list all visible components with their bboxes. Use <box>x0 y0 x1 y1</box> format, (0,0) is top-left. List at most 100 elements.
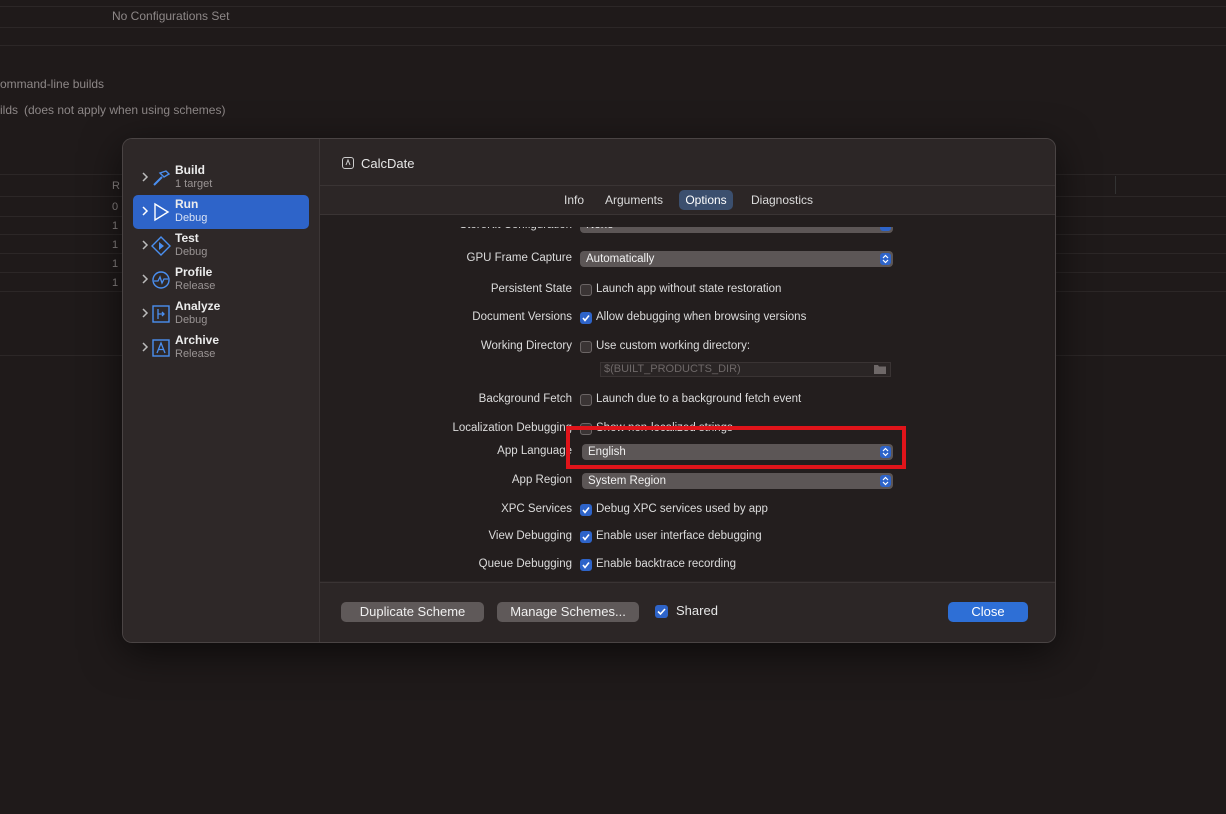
hammer-icon <box>153 170 171 186</box>
queue-debugging-checkbox[interactable] <box>580 559 592 571</box>
chevron-right-icon[interactable] <box>139 340 151 354</box>
sidebar-item-analyze[interactable]: Analyze Debug <box>133 297 309 331</box>
app-region-label: App Region <box>511 474 572 486</box>
sidebar-item-profile[interactable]: Profile Release <box>133 263 309 297</box>
bg-schemes-text: ilds <box>0 103 19 117</box>
checkmark-icon <box>582 315 590 322</box>
persistent-state-checkbox-label[interactable]: Launch app without state restoration <box>596 283 781 295</box>
bg-cmdline-text: ommand-line builds <box>0 77 105 91</box>
queue-debugging-label: Queue Debugging <box>478 558 572 570</box>
sidebar-item-build[interactable]: Build 1 target <box>133 161 309 195</box>
up-down-chevron-icon <box>880 475 891 487</box>
sheet-footer: Duplicate Scheme Manage Schemes... Share… <box>320 582 1055 642</box>
sidebar-item-sublabel: Release <box>175 348 216 360</box>
sidebar-item-sublabel: Debug <box>175 246 208 258</box>
tab-diagnostics[interactable]: Diagnostics <box>743 190 821 210</box>
working-directory-field[interactable]: $(BUILT_PRODUCTS_DIR) <box>600 362 891 377</box>
app-target-icon <box>342 157 354 169</box>
background-fetch-checkbox-label[interactable]: Launch due to a background fetch event <box>596 393 801 405</box>
app-region-popup[interactable]: System Region <box>582 473 893 489</box>
sidebar-item-label: Test <box>175 231 199 245</box>
sidebar-item-label: Archive <box>175 333 220 347</box>
xpc-services-checkbox[interactable] <box>580 504 592 516</box>
working-directory-checkbox-label[interactable]: Use custom working directory: <box>596 340 750 352</box>
tab-options[interactable]: Options <box>679 190 733 210</box>
chevron-right-icon[interactable] <box>139 238 151 252</box>
bg-column-header: R <box>112 180 120 192</box>
bg-divider <box>0 45 1226 46</box>
sidebar-item-run[interactable]: Run Debug <box>133 195 309 229</box>
sidebar-item-label: Build <box>175 163 205 177</box>
tab-bar: Info Arguments Options Diagnostics <box>320 186 1055 215</box>
scroll-clip <box>320 215 1055 227</box>
tab-arguments[interactable]: Arguments <box>600 190 668 210</box>
persistent-state-label: Persistent State <box>490 283 572 295</box>
scheme-title: CalcDate <box>361 156 415 171</box>
chevron-right-icon[interactable] <box>139 306 151 320</box>
document-versions-checkbox[interactable] <box>580 312 592 324</box>
localization-debugging-label: Localization Debugging <box>452 422 572 434</box>
working-directory-checkbox[interactable] <box>580 341 592 353</box>
sidebar-item-sublabel: Release <box>175 280 216 292</box>
folder-icon[interactable] <box>873 363 887 375</box>
sidebar-item-label: Run <box>175 197 199 211</box>
bg-schemes-note: (does not apply when using schemes) <box>24 103 226 117</box>
scheme-actions-sidebar: Build 1 target Run Debug Test Debug Prof… <box>123 139 320 642</box>
app-language-value: English <box>588 446 626 458</box>
chevron-right-icon[interactable] <box>139 204 151 218</box>
view-debugging-checkbox-label[interactable]: Enable user interface debugging <box>596 530 762 542</box>
bg-row-number: 1 <box>112 239 119 251</box>
document-versions-label: Document Versions <box>472 311 572 323</box>
localization-debugging-checkbox[interactable] <box>580 423 592 435</box>
bg-row-number: 1 <box>112 277 119 289</box>
bg-column-separator <box>1115 176 1116 194</box>
gpu-frame-capture-label: GPU Frame Capture <box>466 252 572 264</box>
sidebar-item-sublabel: Debug <box>175 314 208 326</box>
checkmark-icon <box>657 608 666 616</box>
scheme-header: CalcDate <box>320 139 1055 186</box>
bg-row-number: 1 <box>112 220 119 232</box>
shared-checkbox-label[interactable]: Shared <box>676 603 718 618</box>
sidebar-item-label: Profile <box>175 265 213 279</box>
app-language-label: App Language <box>497 445 572 457</box>
duplicate-scheme-button[interactable]: Duplicate Scheme <box>341 602 484 622</box>
play-icon <box>154 202 170 222</box>
options-content: StoreKit Configuration None GPU Frame Ca… <box>320 215 1055 581</box>
app-language-popup[interactable]: English <box>582 444 893 460</box>
background-fetch-checkbox[interactable] <box>580 394 592 406</box>
manage-schemes-button[interactable]: Manage Schemes... <box>497 602 639 622</box>
bg-row-number: 1 <box>112 258 119 270</box>
chevron-right-icon[interactable] <box>139 170 151 184</box>
sidebar-item-label: Analyze <box>175 299 221 313</box>
gpu-frame-capture-value: Automatically <box>586 253 655 265</box>
up-down-chevron-icon <box>880 446 891 458</box>
bg-divider <box>0 27 1226 28</box>
chevron-right-icon[interactable] <box>139 272 151 286</box>
close-button[interactable]: Close <box>948 602 1028 622</box>
sidebar-item-sublabel: Debug <box>175 212 208 224</box>
shared-checkbox[interactable] <box>655 605 668 618</box>
localization-debugging-checkbox-label[interactable]: Show non-localized strings <box>596 422 733 434</box>
xpc-services-label: XPC Services <box>501 503 572 515</box>
xpc-services-checkbox-label[interactable]: Debug XPC services used by app <box>596 503 768 515</box>
checkmark-icon <box>582 507 590 514</box>
bg-row-number: 0 <box>112 201 119 213</box>
view-debugging-label: View Debugging <box>488 530 572 542</box>
up-down-chevron-icon <box>880 253 891 265</box>
queue-debugging-checkbox-label[interactable]: Enable backtrace recording <box>596 558 736 570</box>
checkmark-icon <box>582 534 590 541</box>
background-fetch-label: Background Fetch <box>478 393 572 405</box>
sidebar-item-test[interactable]: Test Debug <box>133 229 309 263</box>
view-debugging-checkbox[interactable] <box>580 531 592 543</box>
checkmark-icon <box>582 562 590 569</box>
sidebar-item-archive[interactable]: Archive Release <box>133 331 309 365</box>
scheme-editor-sheet: Build 1 target Run Debug Test Debug Prof… <box>122 138 1056 643</box>
scheme-editor-main: CalcDate Info Arguments Options Diagnost… <box>320 139 1055 642</box>
app-region-value: System Region <box>588 475 666 487</box>
document-versions-checkbox-label[interactable]: Allow debugging when browsing versions <box>596 311 806 323</box>
persistent-state-checkbox[interactable] <box>580 284 592 296</box>
bg-divider <box>0 6 1226 7</box>
archive-icon <box>152 339 170 357</box>
gpu-frame-capture-popup[interactable]: Automatically <box>580 251 893 267</box>
tab-info[interactable]: Info <box>557 190 591 210</box>
